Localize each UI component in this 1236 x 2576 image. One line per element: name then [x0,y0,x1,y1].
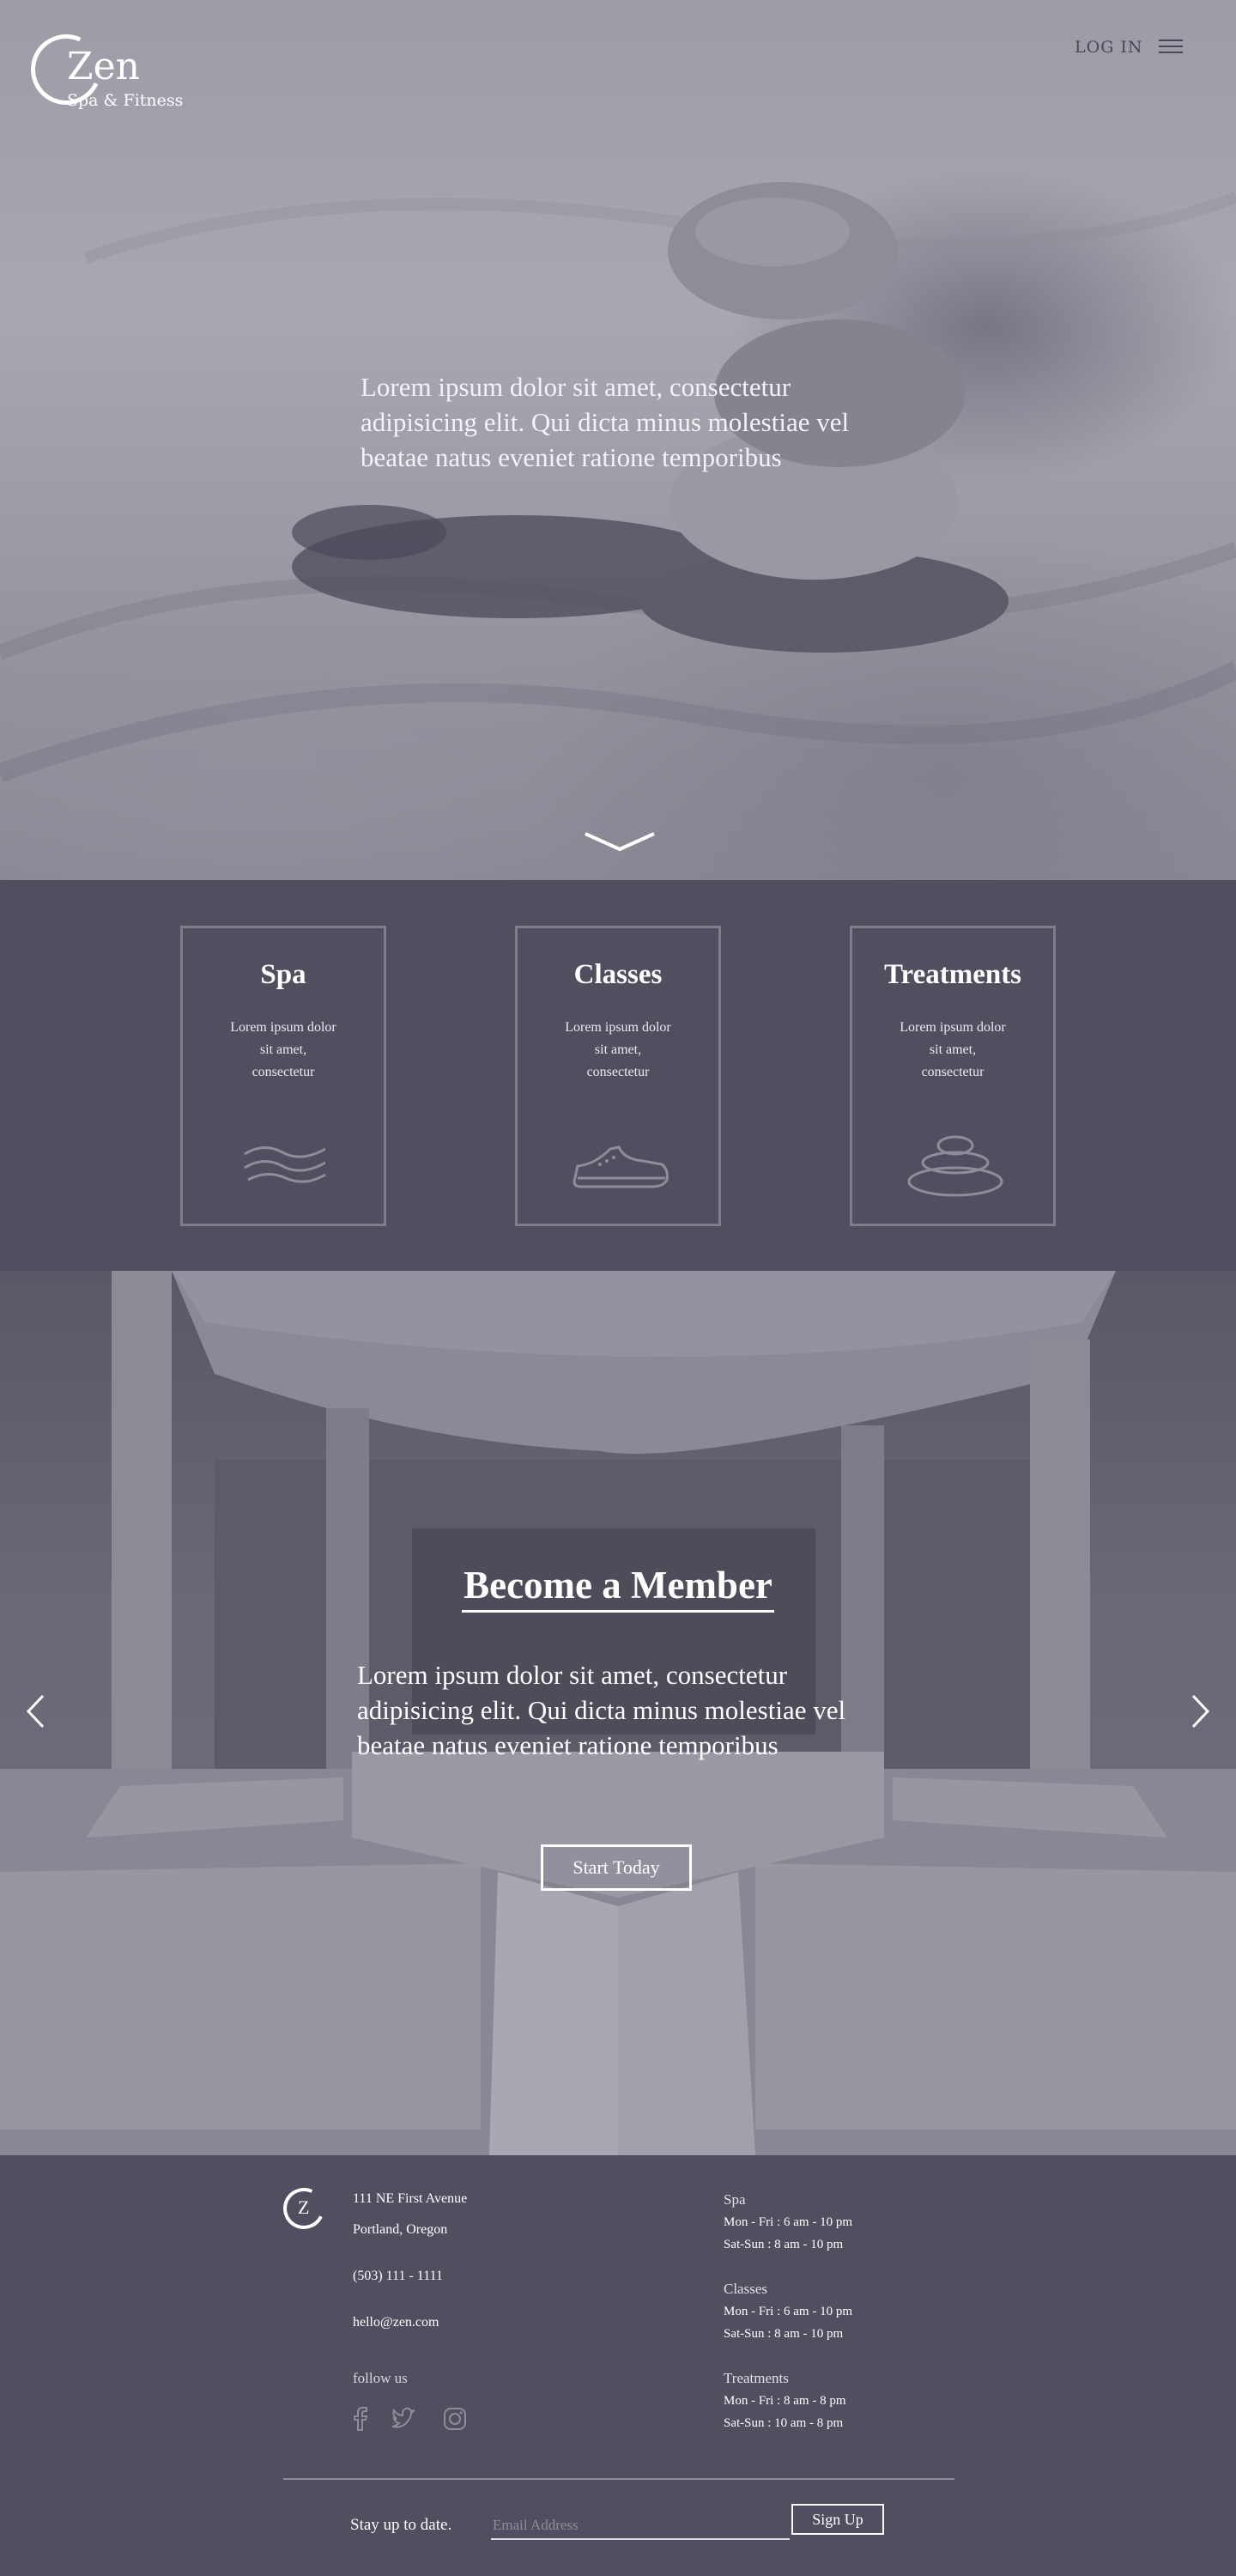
footer-divider [283,2478,954,2480]
member-title: Become a Member [0,1563,1236,1613]
member-text: Lorem ipsum dolor sit amet, consectetur … [357,1660,846,1760]
card-title: Treatments [883,959,1022,990]
login-link[interactable]: LOG IN [1075,38,1143,57]
service-card-classes[interactable]: Classes Lorem ipsum dolor sit amet, cons… [515,926,721,1226]
hours-heading-classes: Classes [724,2281,767,2297]
chevron-down-icon[interactable] [584,829,656,854]
newsletter-label: Stay up to date. [350,2516,452,2534]
services-section: Spa Lorem ipsum dolor sit amet, consecte… [0,880,1236,1271]
logo-tagline: Spa & Fitness [67,91,184,110]
email-address-input[interactable] [491,2512,790,2540]
hours-classes-weekday: Mon - Fri : 6 am - 10 pm [724,2305,852,2318]
hero-section: Zen Spa & Fitness LOG IN Lorem ipsum dol… [0,0,1236,880]
chevron-right-icon[interactable] [1191,1694,1210,1728]
hours-treatments-weekday: Mon - Fri : 8 am - 8 pm [724,2394,846,2408]
card-description: Lorem ipsum dolor sit amet, consectetur [565,1020,671,1079]
sign-up-button[interactable]: Sign Up [791,2504,884,2535]
service-card-spa[interactable]: Spa Lorem ipsum dolor sit amet, consecte… [180,926,386,1226]
hero-text: Lorem ipsum dolor sit amet, consectetur … [360,372,850,472]
address-line-1: 111 NE First Avenue [353,2191,468,2206]
phone-number[interactable]: (503) 111 - 1111 [353,2269,443,2284]
logo-name: Zen [67,45,140,88]
hours-treatments-weekend: Sat-Sun : 10 am - 8 pm [724,2416,844,2430]
footer-logo[interactable]: Z [277,2182,330,2235]
chevron-left-icon[interactable] [26,1694,45,1728]
instagram-icon[interactable] [442,2406,468,2432]
hours-classes-weekend: Sat-Sun : 8 am - 10 pm [724,2327,844,2341]
footer: Z 111 NE First Avenue Portland, Oregon (… [0,2155,1236,2576]
membership-section: Become a Member Lorem ipsum dolor sit am… [0,1271,1236,2155]
hamburger-icon[interactable] [1159,39,1183,55]
card-title: Spa [260,959,306,990]
hours-spa-weekday: Mon - Fri : 6 am - 10 pm [724,2215,852,2229]
email-link[interactable]: hello@zen.com [353,2315,439,2330]
sneaker-icon [573,1145,669,1188]
logo-letter: Z [298,2196,310,2218]
facebook-icon[interactable] [348,2406,373,2432]
stones-icon [907,1135,1003,1197]
card-description: Lorem ipsum dolor sit amet, consectetur [900,1020,1006,1079]
address-line-2: Portland, Oregon [353,2222,448,2237]
card-title: Classes [573,959,663,990]
start-today-button[interactable]: Start Today [541,1844,692,1891]
service-card-treatments[interactable]: Treatments Lorem ipsum dolor sit amet, c… [850,926,1056,1226]
follow-us-label: follow us [353,2370,408,2386]
hours-heading-spa: Spa [724,2191,746,2208]
hours-heading-treatments: Treatments [724,2370,789,2386]
hours-spa-weekend: Sat-Sun : 8 am - 10 pm [724,2238,844,2251]
zen-logo[interactable]: Zen Spa & Fitness [21,24,185,116]
card-description: Lorem ipsum dolor sit amet, consectetur [230,1020,336,1079]
waves-icon [244,1146,326,1183]
twitter-icon[interactable] [391,2406,416,2432]
